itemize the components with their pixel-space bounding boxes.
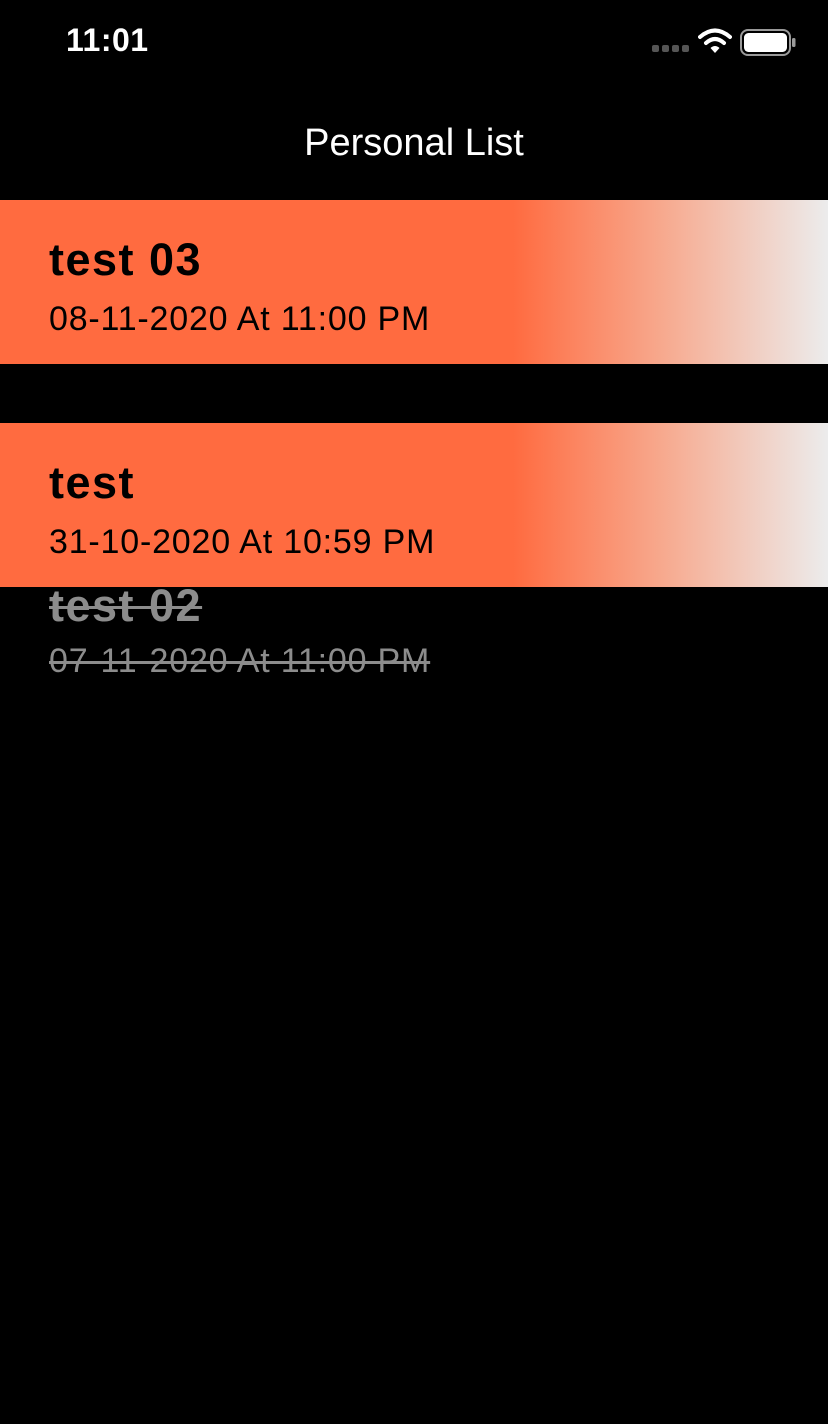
screen: 11:01 Personal List test 03 08-11-2020 A… [0,0,828,1424]
task-title: test [49,457,136,508]
list-item[interactable]: test 31-10-2020 At 10:59 PM [0,423,828,587]
task-datetime: 08-11-2020 At 11:00 PM [49,300,431,338]
completed-list-item[interactable]: test 02 07-11-2020 At 11:00 PM [0,580,828,690]
task-datetime: 31-10-2020 At 10:59 PM [49,523,436,561]
page-title: Personal List [304,122,524,164]
signal-icon [652,45,692,53]
status-bar: 11:01 [0,0,828,88]
status-time: 11:01 [66,22,149,58]
battery-icon [740,29,796,56]
task-title: test 03 [49,234,203,285]
task-title: test 02 [49,580,203,631]
wifi-icon [698,28,732,53]
list-item[interactable]: test 03 08-11-2020 At 11:00 PM [0,200,828,364]
task-datetime: 07-11-2020 At 11:00 PM [49,642,431,680]
